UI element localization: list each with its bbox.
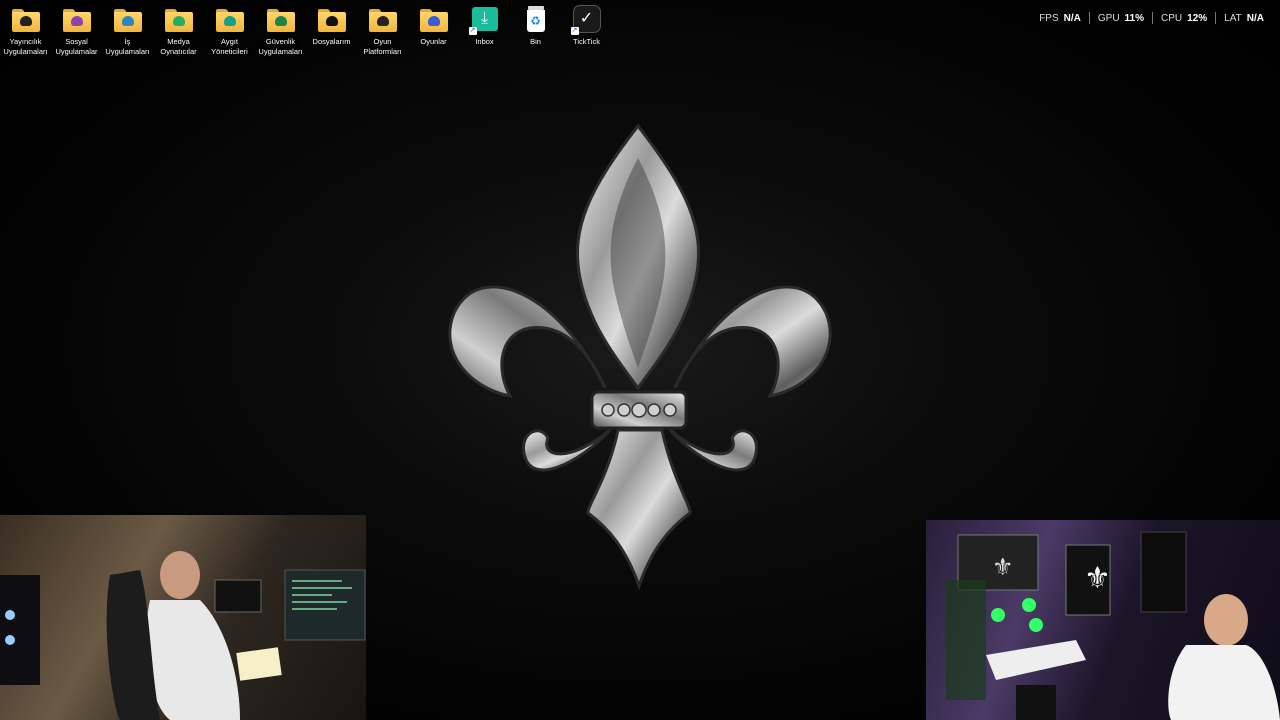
gpu-value: 11% — [1124, 12, 1145, 24]
desktop-icon-label: Oyunlar — [420, 37, 447, 46]
gpu-metric: GPU 11% — [1090, 13, 1152, 24]
desktop-icon[interactable]: Sosyal Uygulamalar — [51, 4, 102, 57]
desktop-icon[interactable]: Aygıt Yöneticileri — [204, 4, 255, 57]
desktop-icon-label: Bin — [530, 37, 541, 46]
folder-devices-icon — [215, 4, 245, 34]
folder-files-icon — [317, 4, 347, 34]
desktop-icon-label: Yayıncılık Uygulamaları — [3, 37, 48, 56]
fps-value: N/A — [1063, 12, 1081, 24]
fps-metric: FPS N/A — [1031, 13, 1089, 24]
lat-value: N/A — [1246, 12, 1264, 24]
fps-label: FPS — [1039, 12, 1059, 24]
webcam-overlay-left — [0, 515, 366, 720]
desktop-icon[interactable]: Medya Oynatıcılar — [153, 4, 204, 57]
lat-metric: LAT N/A — [1216, 13, 1272, 24]
performance-overlay: FPS N/A GPU 11% CPU 12% LAT N/A — [1031, 12, 1272, 24]
svg-text:⚜: ⚜ — [1084, 561, 1111, 596]
fleur-de-lis-emblem — [448, 123, 832, 591]
ticktick-app-icon: ✓ ↗ — [570, 4, 602, 35]
desktop-icon[interactable]: ⤓ ↗ Inbox — [459, 4, 510, 57]
desktop-icon-label: Inbox — [475, 37, 494, 46]
desktop-icon[interactable]: Yayıncılık Uygulamaları — [0, 4, 51, 57]
desktop-icon[interactable]: Güvenlik Uygulamaları — [255, 4, 306, 57]
folder-media-icon — [164, 4, 194, 34]
cpu-metric: CPU 12% — [1153, 13, 1215, 24]
webcam-scene-left — [0, 551, 366, 720]
gpu-label: GPU — [1097, 12, 1120, 24]
cpu-label: CPU — [1161, 12, 1183, 24]
folder-security-icon — [266, 4, 296, 34]
lat-label: LAT — [1224, 12, 1242, 24]
desktop-icon[interactable]: ♻ Bin — [510, 4, 561, 57]
svg-text:⚜: ⚜ — [992, 553, 1014, 581]
recycle-bin-icon: ♻ — [521, 4, 551, 34]
folder-work-icon — [113, 4, 143, 34]
desktop-icon-grid: Yayıncılık Uygulamaları Sosyal Uygulamala… — [0, 4, 612, 57]
desktop-icon-label: Oyun Platformları — [363, 37, 402, 56]
inbox-download-icon: ⤓ ↗ — [468, 4, 500, 35]
desktop-icon-label: Medya Oynatıcılar — [160, 37, 197, 56]
webcam-scene-right: ⚜ ⚜ — [946, 531, 1280, 720]
desktop-icon-label: Aygıt Yöneticileri — [211, 37, 248, 56]
folder-game-platforms-icon — [368, 4, 398, 34]
desktop-icon[interactable]: İş Uygulamaları — [102, 4, 153, 57]
folder-games-icon — [419, 4, 449, 34]
folder-social-icon — [62, 4, 92, 34]
desktop-icon-label: İş Uygulamaları — [105, 37, 150, 56]
desktop-icon-label: Güvenlik Uygulamaları — [258, 37, 303, 56]
cpu-value: 12% — [1187, 12, 1208, 24]
webcam-overlay-right: ⚜ ⚜ — [926, 520, 1280, 720]
desktop-icon-label: Dosyalarım — [312, 37, 351, 46]
desktop-icon-label: Sosyal Uygulamalar — [55, 37, 98, 56]
desktop-icon[interactable]: ✓ ↗ TickTick — [561, 4, 612, 57]
folder-streaming-icon — [11, 4, 41, 34]
desktop-icon-label: TickTick — [573, 37, 600, 46]
desktop-icon[interactable]: Oyun Platformları — [357, 4, 408, 57]
desktop-icon[interactable]: Dosyalarım — [306, 4, 357, 57]
desktop-icon[interactable]: Oyunlar — [408, 4, 459, 57]
